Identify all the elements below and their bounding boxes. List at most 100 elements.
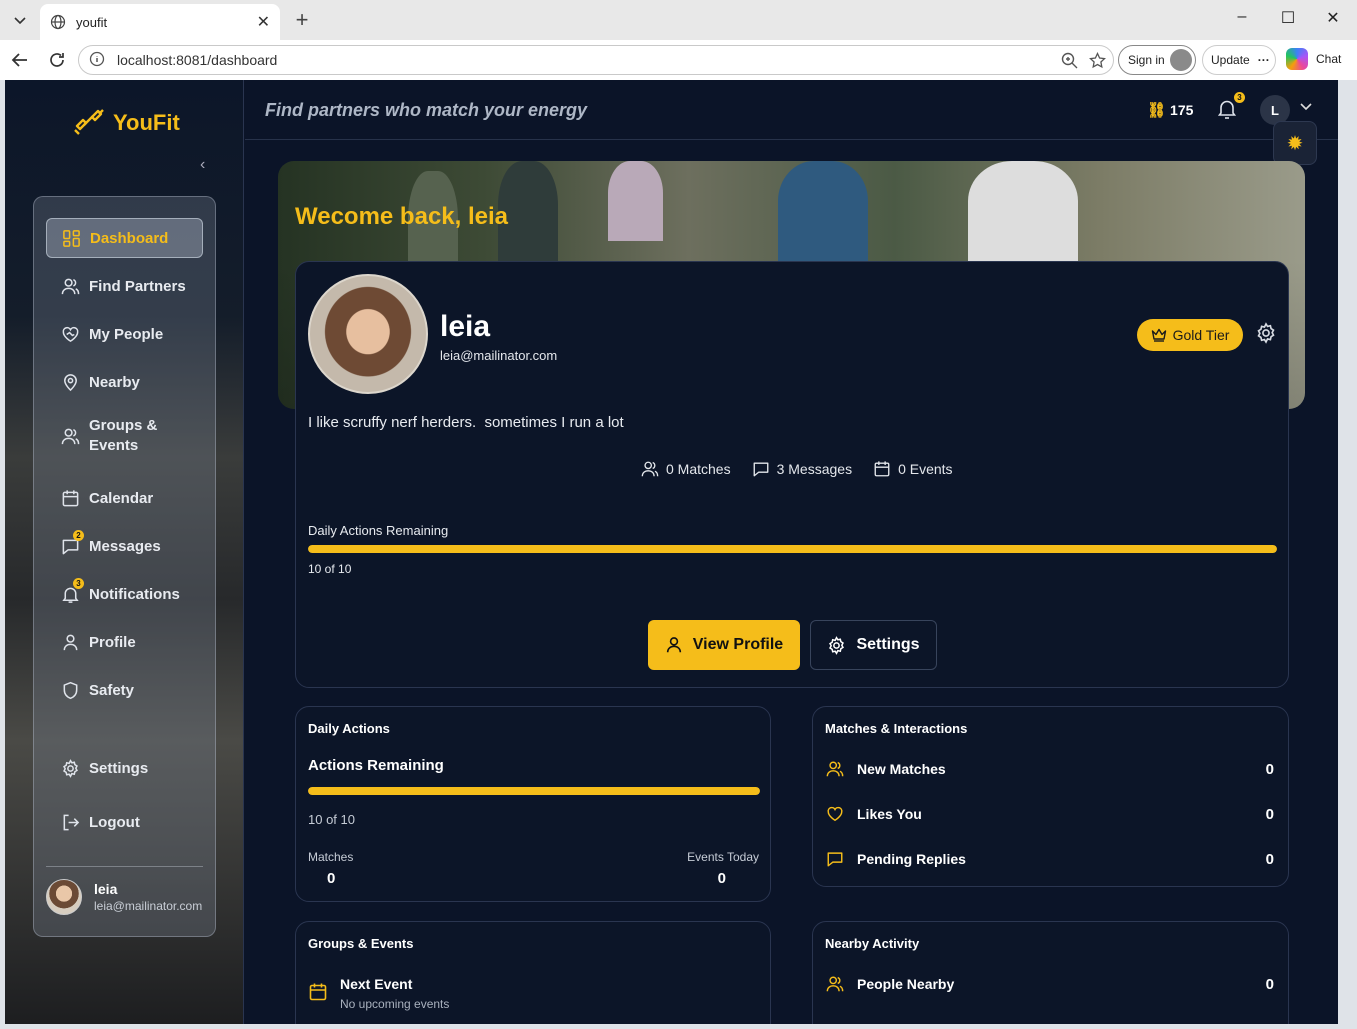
back-button[interactable] <box>8 48 32 72</box>
maximize-button[interactable]: ☐ <box>1276 8 1300 28</box>
stat-matches[interactable]: 0 Matches <box>640 460 731 478</box>
stat-events[interactable]: 0 Events <box>872 460 953 478</box>
people-nearby-row[interactable]: People Nearby 0 <box>825 972 1274 996</box>
address-bar[interactable]: localhost:8081/dashboard <box>78 45 1114 75</box>
new-tab-button[interactable]: + <box>290 7 314 32</box>
sidebar: YouFit ‹ Dashboard Find Partners My Peop… <box>5 80 244 1024</box>
stat-messages[interactable]: 3 Messages <box>751 460 852 478</box>
daily-actions-label: Daily Actions Remaining <box>308 523 449 538</box>
copilot-chat-button[interactable]: Chat <box>1286 48 1341 70</box>
sidebar-item-label: Settings <box>89 759 149 777</box>
profile-card: leia leia@mailinator.com Gold Tier I lik… <box>295 261 1289 688</box>
info-icon[interactable] <box>89 51 105 70</box>
pending-replies-row[interactable]: Pending Replies 0 <box>825 847 1274 871</box>
view-profile-label: View Profile <box>692 636 784 653</box>
sidebar-item-dashboard[interactable]: Dashboard <box>46 218 203 258</box>
close-tab-icon[interactable]: ✕ <box>257 12 270 32</box>
sidebar-item-nearby[interactable]: Nearby <box>46 362 203 402</box>
sidebar-item-calendar[interactable]: Calendar <box>46 478 203 518</box>
row-label: Pending Replies <box>857 851 966 867</box>
sidebar-item-settings[interactable]: Settings <box>46 748 203 788</box>
settings-button[interactable]: Settings <box>810 620 937 670</box>
star-icon[interactable] <box>1089 51 1106 73</box>
view-profile-button[interactable]: View Profile <box>648 620 800 670</box>
zoom-icon[interactable] <box>1061 52 1078 73</box>
daily-actions-bar <box>308 545 1277 553</box>
daily-actions-card: Daily Actions Actions Remaining 10 of 10… <box>295 706 771 902</box>
tier-badge[interactable]: Gold Tier <box>1137 319 1243 351</box>
logout-icon <box>60 812 80 832</box>
messages-badge: 2 <box>73 530 84 541</box>
gear-icon <box>1257 322 1275 344</box>
user-icon <box>60 632 80 652</box>
chevron-down-icon[interactable] <box>1300 100 1312 114</box>
gear-icon <box>829 635 845 655</box>
top-header: Find partners who match your energy ⛓ 17… <box>245 80 1338 140</box>
row-label: Likes You <box>857 806 922 822</box>
new-matches-row[interactable]: New Matches 0 <box>825 757 1274 781</box>
sidebar-item-label: Find Partners <box>89 277 186 295</box>
tab-search-button[interactable] <box>6 6 34 34</box>
profile-name: leia <box>440 310 491 343</box>
gear-icon <box>60 758 80 778</box>
dumbbell-icon <box>74 109 104 135</box>
sidebar-item-label: Dashboard <box>90 229 169 247</box>
profile-settings-button[interactable] <box>1255 322 1277 349</box>
sign-in-button[interactable]: Sign in <box>1118 45 1196 75</box>
sidebar-item-logout[interactable]: Logout <box>46 802 203 842</box>
card-title: Matches & Interactions <box>825 721 968 736</box>
arrow-left-icon <box>11 53 27 67</box>
tagline: Find partners who match your energy <box>265 100 588 120</box>
card-title: Groups & Events <box>308 936 414 951</box>
reload-button[interactable] <box>45 48 69 72</box>
minimize-button[interactable]: – <box>1230 8 1254 26</box>
coins-balance[interactable]: ⛓ 175 <box>1147 101 1193 119</box>
profile-stats: 0 Matches 3 Messages 0 Events <box>640 460 973 478</box>
settings-label: Settings <box>856 636 920 653</box>
grid-icon <box>61 228 81 248</box>
daily-actions-bar-fill <box>308 545 1277 553</box>
heart-icon <box>825 805 847 823</box>
sidebar-item-safety[interactable]: Safety <box>46 670 203 710</box>
nav-panel: Dashboard Find Partners My People Nearby… <box>33 196 216 937</box>
tab-title: youfit <box>76 14 108 30</box>
welcome-heading: Wecome back, leia <box>295 203 508 230</box>
sidebar-item-find-partners[interactable]: Find Partners <box>46 266 203 306</box>
sidebar-item-my-people[interactable]: My People <box>46 314 203 354</box>
next-event-value: No upcoming events <box>340 997 450 1011</box>
sidebar-item-messages[interactable]: 2 Messages <box>46 526 203 566</box>
brand-name: YouFit <box>113 110 180 135</box>
users-icon <box>825 975 847 993</box>
sidebar-item-groups-events[interactable]: Groups & Events <box>46 410 203 462</box>
profile-avatar-icon <box>1170 49 1192 71</box>
group-icon <box>60 426 80 446</box>
stat-matches-label: 0 Matches <box>666 461 731 477</box>
message-icon: 2 <box>60 530 84 556</box>
sidebar-item-label: Notifications <box>89 585 180 603</box>
browser-toolbar: localhost:8081/dashboard Sign in Update … <box>0 40 1357 80</box>
update-button[interactable]: Update ··· <box>1202 45 1276 75</box>
sidebar-item-label: Calendar <box>89 489 154 507</box>
actions-remaining-label: Actions Remaining <box>308 757 444 774</box>
hero-photo-shape <box>968 161 1078 261</box>
update-label: Update <box>1211 53 1250 67</box>
profile-photo[interactable] <box>308 274 428 394</box>
sidebar-user[interactable]: leia leia@mailinator.com <box>46 879 202 915</box>
shield-icon <box>60 680 80 700</box>
sidebar-user-name: leia <box>94 881 118 897</box>
brand-logo[interactable]: YouFit <box>73 108 180 138</box>
browser-tab[interactable]: youfit ✕ <box>40 4 280 40</box>
row-value: 0 <box>1265 805 1274 823</box>
tier-label: Gold Tier <box>1172 327 1230 343</box>
sidebar-item-label: Groups & Events <box>89 417 158 454</box>
likes-you-row[interactable]: Likes You 0 <box>825 802 1274 826</box>
notifications-button[interactable]: 3 <box>1217 92 1245 125</box>
sidebar-item-notifications[interactable]: 3 Notifications <box>46 574 203 614</box>
notification-count-badge: 3 <box>1234 92 1245 103</box>
collapse-sidebar-icon[interactable]: ‹ <box>200 156 205 174</box>
message-icon <box>753 462 769 477</box>
close-window-button[interactable]: ✕ <box>1321 8 1345 28</box>
bell-icon: 3 <box>60 578 84 604</box>
profile-bio: I like scruffy nerf herders. sometimes I… <box>308 414 624 431</box>
sidebar-item-profile[interactable]: Profile <box>46 622 203 662</box>
